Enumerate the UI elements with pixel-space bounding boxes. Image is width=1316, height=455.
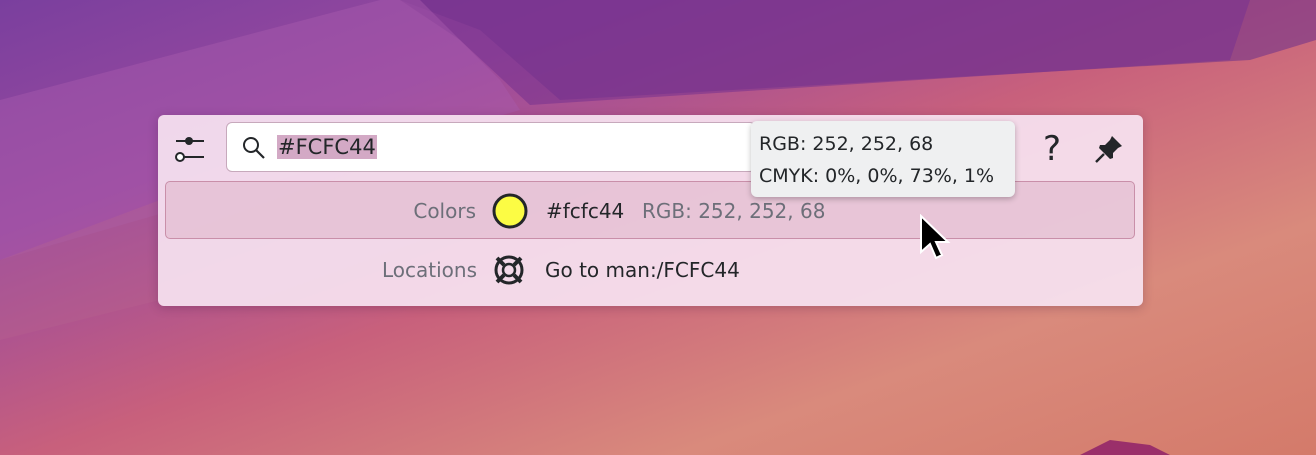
search-field[interactable]: #FCFC44 (226, 122, 756, 172)
sliders-icon (175, 137, 204, 162)
mouse-cursor-icon (920, 214, 951, 260)
search-input[interactable]: #FCFC44 (277, 132, 737, 162)
result-category: Locations (381, 258, 477, 282)
color-info-tooltip: RGB: 252, 252, 68 CMYK: 0%, 0%, 73%, 1% (751, 121, 1015, 197)
help-button[interactable]: ? (1032, 127, 1072, 171)
search-icon (243, 137, 265, 159)
pin-button[interactable] (1090, 130, 1128, 168)
result-title: #fcfc44 (546, 199, 625, 223)
result-category: Colors (413, 199, 476, 223)
lifebuoy-icon (494, 255, 524, 285)
tooltip-rgb: RGB: 252, 252, 68 (759, 133, 934, 155)
tooltip-cmyk: CMYK: 0%, 0%, 73%, 1% (759, 165, 995, 187)
pin-icon (1095, 136, 1122, 163)
configure-button[interactable] (170, 129, 210, 169)
result-row-locations[interactable]: Locations Go to man:/FCFC44 (165, 241, 1135, 299)
color-swatch-icon (492, 193, 528, 229)
result-title: Go to man:/FCFC44 (545, 258, 740, 282)
search-query-text: #FCFC44 (277, 135, 377, 159)
